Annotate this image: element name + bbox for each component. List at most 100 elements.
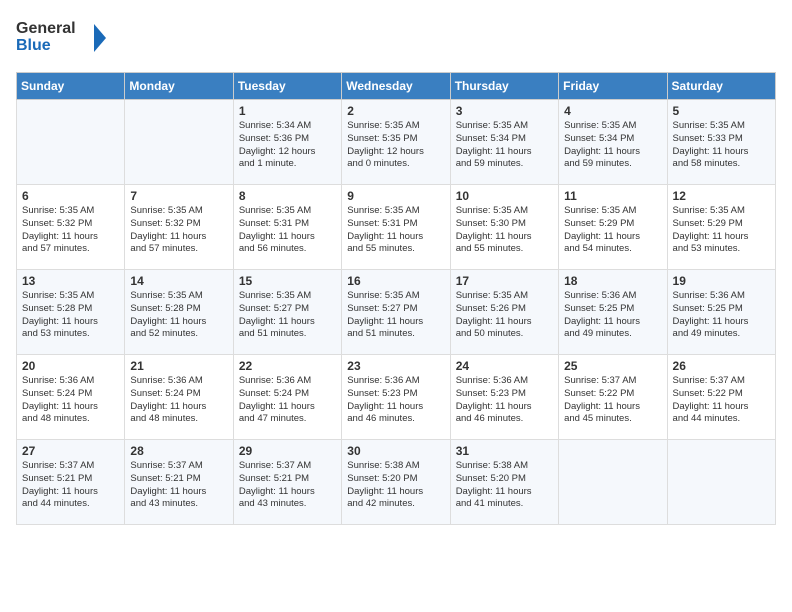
- calendar-cell: 28 Sunrise: 5:37 AM Sunset: 5:21 PM Dayli…: [125, 440, 233, 525]
- day-number: 29: [239, 444, 336, 458]
- cell-content: Sunrise: 5:37 AM Sunset: 5:22 PM Dayligh…: [564, 375, 661, 426]
- page-header: GeneralBlue: [16, 16, 776, 60]
- col-header-saturday: Saturday: [667, 73, 775, 100]
- calendar-cell: 5 Sunrise: 5:35 AM Sunset: 5:33 PM Daylig…: [667, 100, 775, 185]
- calendar-cell: 13 Sunrise: 5:35 AM Sunset: 5:28 PM Dayli…: [17, 270, 125, 355]
- day-number: 25: [564, 359, 661, 373]
- cell-content: Sunrise: 5:34 AM Sunset: 5:36 PM Dayligh…: [239, 120, 336, 171]
- calendar-cell: 18 Sunrise: 5:36 AM Sunset: 5:25 PM Dayli…: [559, 270, 667, 355]
- day-number: 27: [22, 444, 119, 458]
- col-header-monday: Monday: [125, 73, 233, 100]
- day-number: 20: [22, 359, 119, 373]
- calendar-cell: 23Sunrise: 5:36 AM Sunset: 5:23 PM Dayli…: [342, 355, 450, 440]
- day-number: 19: [673, 274, 770, 288]
- cell-content: Sunrise: 5:35 AM Sunset: 5:31 PM Dayligh…: [347, 205, 444, 256]
- calendar-cell: [125, 100, 233, 185]
- svg-text:General: General: [16, 20, 76, 37]
- cell-content: Sunrise: 5:35 AM Sunset: 5:31 PM Dayligh…: [239, 205, 336, 256]
- calendar-cell: 14Sunrise: 5:35 AM Sunset: 5:28 PM Dayli…: [125, 270, 233, 355]
- cell-content: Sunrise: 5:36 AM Sunset: 5:25 PM Dayligh…: [673, 290, 770, 341]
- cell-content: Sunrise: 5:38 AM Sunset: 5:20 PM Dayligh…: [347, 460, 444, 511]
- cell-content: Sunrise: 5:35 AM Sunset: 5:28 PM Dayligh…: [22, 290, 119, 341]
- day-number: 2: [347, 104, 444, 118]
- calendar-cell: [559, 440, 667, 525]
- col-header-tuesday: Tuesday: [233, 73, 341, 100]
- col-header-sunday: Sunday: [17, 73, 125, 100]
- cell-content: Sunrise: 5:35 AM Sunset: 5:34 PM Dayligh…: [456, 120, 553, 171]
- col-header-wednesday: Wednesday: [342, 73, 450, 100]
- calendar-cell: 7 Sunrise: 5:35 AM Sunset: 5:32 PM Daylig…: [125, 185, 233, 270]
- calendar-cell: 24 Sunrise: 5:36 AM Sunset: 5:23 PM Dayli…: [450, 355, 558, 440]
- cell-content: Sunrise: 5:35 AM Sunset: 5:30 PM Dayligh…: [456, 205, 553, 256]
- day-number: 22: [239, 359, 336, 373]
- calendar-cell: 12 Sunrise: 5:35 AM Sunset: 5:29 PM Dayli…: [667, 185, 775, 270]
- calendar-cell: 30 Sunrise: 5:38 AM Sunset: 5:20 PM Dayli…: [342, 440, 450, 525]
- calendar-cell: 6 Sunrise: 5:35 AM Sunset: 5:32 PM Daylig…: [17, 185, 125, 270]
- cell-content: Sunrise: 5:35 AM Sunset: 5:26 PM Dayligh…: [456, 290, 553, 341]
- day-number: 26: [673, 359, 770, 373]
- calendar-cell: 17 Sunrise: 5:35 AM Sunset: 5:26 PM Dayli…: [450, 270, 558, 355]
- cell-content: Sunrise: 5:35 AM Sunset: 5:27 PM Dayligh…: [239, 290, 336, 341]
- cell-content: Sunrise: 5:35 AM Sunset: 5:32 PM Dayligh…: [22, 205, 119, 256]
- cell-content: Sunrise: 5:36 AM Sunset: 5:25 PM Dayligh…: [564, 290, 661, 341]
- calendar-cell: 2 Sunrise: 5:35 AM Sunset: 5:35 PM Daylig…: [342, 100, 450, 185]
- calendar-cell: 1 Sunrise: 5:34 AM Sunset: 5:36 PM Daylig…: [233, 100, 341, 185]
- day-number: 18: [564, 274, 661, 288]
- calendar-cell: 16 Sunrise: 5:35 AM Sunset: 5:27 PM Dayli…: [342, 270, 450, 355]
- cell-content: Sunrise: 5:36 AM Sunset: 5:24 PM Dayligh…: [22, 375, 119, 426]
- cell-content: Sunrise: 5:36 AM Sunset: 5:24 PM Dayligh…: [239, 375, 336, 426]
- calendar-cell: [667, 440, 775, 525]
- cell-content: Sunrise: 5:35 AM Sunset: 5:32 PM Dayligh…: [130, 205, 227, 256]
- cell-content: Sunrise: 5:37 AM Sunset: 5:21 PM Dayligh…: [22, 460, 119, 511]
- calendar-cell: 4 Sunrise: 5:35 AM Sunset: 5:34 PM Daylig…: [559, 100, 667, 185]
- calendar-table: SundayMondayTuesdayWednesdayThursdayFrid…: [16, 72, 776, 525]
- logo-svg: GeneralBlue: [16, 16, 126, 60]
- day-number: 15: [239, 274, 336, 288]
- logo: GeneralBlue: [16, 16, 126, 60]
- cell-content: Sunrise: 5:37 AM Sunset: 5:21 PM Dayligh…: [130, 460, 227, 511]
- calendar-cell: 8 Sunrise: 5:35 AM Sunset: 5:31 PM Daylig…: [233, 185, 341, 270]
- cell-content: Sunrise: 5:35 AM Sunset: 5:29 PM Dayligh…: [673, 205, 770, 256]
- day-number: 30: [347, 444, 444, 458]
- cell-content: Sunrise: 5:35 AM Sunset: 5:33 PM Dayligh…: [673, 120, 770, 171]
- cell-content: Sunrise: 5:35 AM Sunset: 5:29 PM Dayligh…: [564, 205, 661, 256]
- cell-content: Sunrise: 5:37 AM Sunset: 5:21 PM Dayligh…: [239, 460, 336, 511]
- day-number: 7: [130, 189, 227, 203]
- day-number: 5: [673, 104, 770, 118]
- calendar-cell: 11 Sunrise: 5:35 AM Sunset: 5:29 PM Dayli…: [559, 185, 667, 270]
- day-number: 4: [564, 104, 661, 118]
- col-header-friday: Friday: [559, 73, 667, 100]
- calendar-cell: 29 Sunrise: 5:37 AM Sunset: 5:21 PM Dayli…: [233, 440, 341, 525]
- calendar-cell: 19 Sunrise: 5:36 AM Sunset: 5:25 PM Dayli…: [667, 270, 775, 355]
- cell-content: Sunrise: 5:35 AM Sunset: 5:27 PM Dayligh…: [347, 290, 444, 341]
- cell-content: Sunrise: 5:37 AM Sunset: 5:22 PM Dayligh…: [673, 375, 770, 426]
- cell-content: Sunrise: 5:35 AM Sunset: 5:34 PM Dayligh…: [564, 120, 661, 171]
- day-number: 23: [347, 359, 444, 373]
- col-header-thursday: Thursday: [450, 73, 558, 100]
- calendar-cell: 27 Sunrise: 5:37 AM Sunset: 5:21 PM Dayli…: [17, 440, 125, 525]
- calendar-cell: 26 Sunrise: 5:37 AM Sunset: 5:22 PM Dayli…: [667, 355, 775, 440]
- day-number: 28: [130, 444, 227, 458]
- day-number: 6: [22, 189, 119, 203]
- day-number: 11: [564, 189, 661, 203]
- day-number: 1: [239, 104, 336, 118]
- day-number: 14: [130, 274, 227, 288]
- day-number: 17: [456, 274, 553, 288]
- day-number: 12: [673, 189, 770, 203]
- calendar-cell: 9 Sunrise: 5:35 AM Sunset: 5:31 PM Daylig…: [342, 185, 450, 270]
- day-number: 9: [347, 189, 444, 203]
- day-number: 13: [22, 274, 119, 288]
- cell-content: Sunrise: 5:35 AM Sunset: 5:35 PM Dayligh…: [347, 120, 444, 171]
- day-number: 3: [456, 104, 553, 118]
- calendar-cell: 3 Sunrise: 5:35 AM Sunset: 5:34 PM Daylig…: [450, 100, 558, 185]
- cell-content: Sunrise: 5:38 AM Sunset: 5:20 PM Dayligh…: [456, 460, 553, 511]
- calendar-cell: 20 Sunrise: 5:36 AM Sunset: 5:24 PM Dayli…: [17, 355, 125, 440]
- day-number: 21: [130, 359, 227, 373]
- day-number: 24: [456, 359, 553, 373]
- cell-content: Sunrise: 5:36 AM Sunset: 5:23 PM Dayligh…: [456, 375, 553, 426]
- day-number: 8: [239, 189, 336, 203]
- calendar-cell: 25 Sunrise: 5:37 AM Sunset: 5:22 PM Dayli…: [559, 355, 667, 440]
- calendar-cell: 15 Sunrise: 5:35 AM Sunset: 5:27 PM Dayli…: [233, 270, 341, 355]
- day-number: 16: [347, 274, 444, 288]
- day-number: 10: [456, 189, 553, 203]
